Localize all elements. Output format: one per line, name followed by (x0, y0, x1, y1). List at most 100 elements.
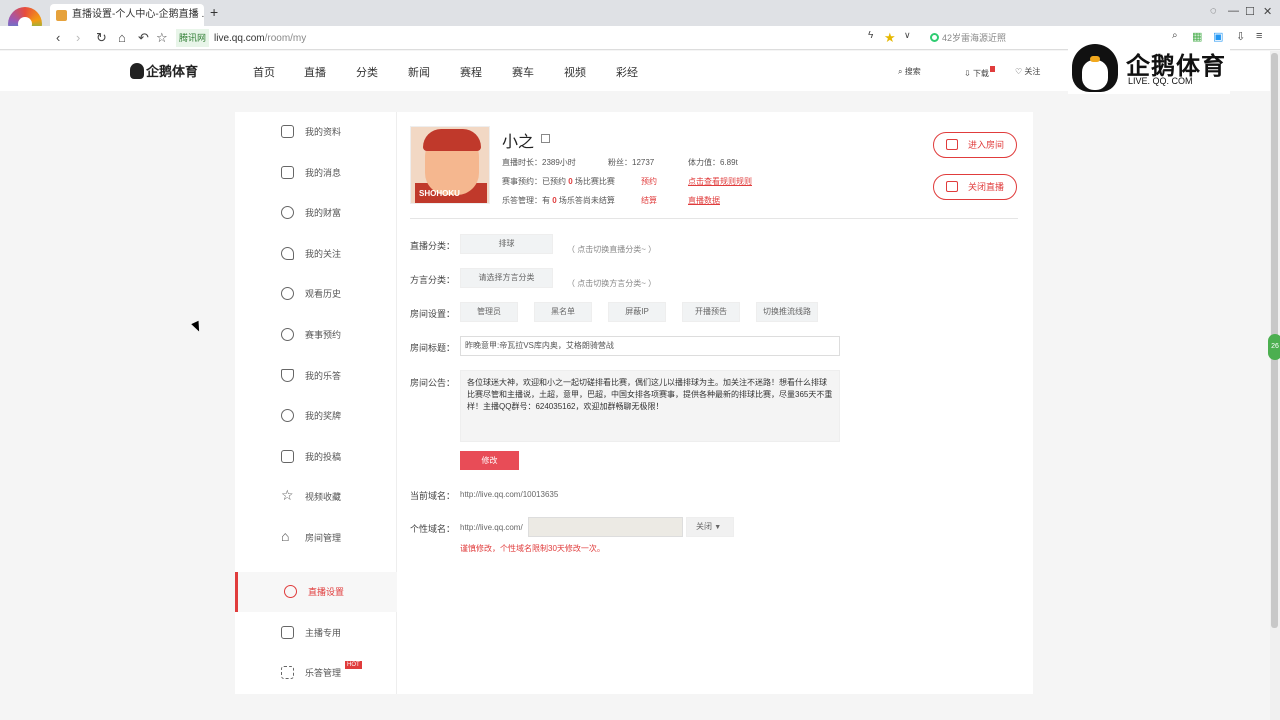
custom-domain-option: 关闭 (696, 522, 712, 531)
tab-favicon-icon (56, 10, 67, 21)
reserve-rule-link[interactable]: 点击查看规则规则 (688, 176, 752, 187)
category-hint: （ 点击切换直播分类~ ） (567, 245, 657, 254)
chevron-down-icon[interactable]: ∨ (904, 30, 911, 41)
hot-badge: HOT (345, 661, 362, 669)
notice-label: 房间公告： (410, 378, 456, 388)
reserve-link[interactable]: 预约 (641, 176, 657, 187)
live-preview-button[interactable]: 开播预告 (682, 302, 740, 322)
blacklist-button[interactable]: 黑名单 (534, 302, 592, 322)
skin-icon[interactable]: ◌ (1210, 5, 1217, 17)
search-icon[interactable]: ⌕ (1172, 30, 1178, 41)
site-follow-button[interactable]: ♡ 关注 (1015, 66, 1040, 77)
site-brand-text: 企鹅体育 (146, 64, 199, 79)
sidebar-item-following[interactable]: 我的关注 (235, 234, 397, 274)
bookmark-star-icon[interactable]: ☆ (156, 30, 168, 46)
sidebar-item-medals[interactable]: 我的奖牌 (235, 396, 397, 436)
sidebar-item-label: 赛事预约 (305, 330, 342, 340)
floating-widget[interactable]: 26 (1268, 334, 1280, 360)
sidebar-item-ledan[interactable]: 我的乐答 (235, 356, 397, 396)
sidebar-item-video-favorites[interactable]: ☆ 视频收藏 (235, 477, 397, 517)
new-tab-button[interactable]: + (210, 4, 218, 20)
avatar-hair (423, 129, 481, 151)
browser-tab[interactable]: 直播设置-个人中心-企鹅直播 ... × (50, 4, 204, 26)
dialect-hint: （ 点击切换方言分类~ ） (567, 279, 657, 288)
live-duration: 直播时长：2389小时 (502, 158, 576, 167)
mouse-cursor-icon (191, 320, 203, 334)
user-icon (281, 125, 294, 138)
site-logo[interactable]: 企鹅体育 (130, 61, 198, 80)
back-icon[interactable]: ‹ (56, 30, 60, 45)
room-title-input[interactable]: 昨晚意甲:帝瓦拉VS库内奥，艾格朗骑营战 (460, 336, 840, 356)
window-close-icon[interactable]: ✕ (1263, 5, 1272, 18)
maximize-icon[interactable]: ☐ (1245, 5, 1255, 18)
custom-domain-dropdown[interactable]: 关闭 ▼ (686, 517, 734, 537)
sidebar-item-history[interactable]: 观看历史 (235, 274, 397, 314)
minimize-icon[interactable]: — (1228, 5, 1239, 17)
sidebar-item-room-management[interactable]: ⌂ 房间管理 (235, 518, 397, 558)
notify-dot (989, 66, 995, 72)
sidebar: 我的资料 我的消息 我的财富 我的关注 观看历史 赛事预约 我的乐答 我的奖牌 … (235, 112, 397, 694)
dialect-select[interactable]: 请选择方言分类 (460, 268, 553, 288)
tab-close-icon[interactable]: × (192, 4, 198, 26)
sidebar-item-messages[interactable]: 我的消息 (235, 153, 397, 193)
secure-badge: 腾讯网 (176, 29, 210, 47)
menu-icon[interactable]: ≡ (1256, 30, 1262, 42)
penguin-logo-icon (1072, 44, 1118, 92)
sidebar-item-profile[interactable]: 我的资料 (235, 112, 397, 152)
sidebar-item-label: 我的关注 (305, 249, 342, 259)
modify-button[interactable]: 修改 (460, 451, 519, 470)
url-host: live.qq.com (214, 33, 265, 44)
refresh-icon[interactable]: ↻ (96, 30, 107, 46)
current-domain-value: http://live.qq.com/10013635 (460, 490, 559, 499)
nav-schedule[interactable]: 赛程 (460, 64, 482, 80)
sidebar-item-ledan-management[interactable]: 乐答管理 HOT (235, 653, 397, 693)
edit-icon[interactable] (541, 134, 550, 143)
sidebar-item-label: 我的资料 (305, 127, 342, 137)
nav-video[interactable]: 视频 (564, 64, 586, 80)
sidebar-item-wealth[interactable]: 我的财富 (235, 193, 397, 233)
category-select[interactable]: 排球 (460, 234, 553, 254)
home-icon: ⌂ (281, 528, 290, 544)
room-settings-label: 房间设置： (410, 309, 456, 319)
sidebar-item-label: 主播专用 (305, 628, 342, 638)
live-data-link[interactable]: 直播数据 (688, 195, 720, 206)
admin-button[interactable]: 管理员 (460, 302, 518, 322)
site-search-button[interactable]: ⌕ 搜索 (898, 66, 921, 77)
main-panel: SHOHOKU 小之 直播时长：2389小时 粉丝：12737 体力值：6.89… (397, 112, 1033, 694)
block-ip-button[interactable]: 屏蔽IP (608, 302, 666, 322)
favorite-star-icon[interactable]: ★ (884, 30, 896, 46)
url-field[interactable]: 腾讯网 live.qq.com/room/my (176, 29, 906, 47)
undo-icon[interactable]: ↶ (138, 30, 149, 46)
nav-racing[interactable]: 赛车 (512, 64, 534, 80)
custom-domain-input[interactable] (528, 517, 683, 537)
room-title-label: 房间标题： (410, 343, 456, 353)
video-icon (281, 450, 294, 463)
close-live-button[interactable]: 关闭直播 (933, 174, 1017, 200)
nav-live[interactable]: 直播 (304, 64, 326, 80)
ledan-count: 0 (552, 196, 557, 205)
home-icon[interactable]: ⌂ (118, 30, 126, 45)
nav-category[interactable]: 分类 (356, 64, 378, 80)
switch-stream-button[interactable]: 切换推流线路 (756, 302, 818, 322)
page-scrollbar[interactable] (1270, 51, 1280, 720)
lightning-icon[interactable]: ϟ (868, 30, 873, 41)
avatar[interactable]: SHOHOKU (410, 126, 490, 204)
divider (410, 218, 1018, 219)
stamina-value: 体力值：6.89t (688, 158, 738, 167)
forward-icon[interactable]: › (76, 30, 80, 45)
download-icon[interactable]: ⇩ (1236, 30, 1245, 43)
reservation-info: 赛事预约：已预约 0 场比赛比赛 (502, 176, 615, 187)
nav-home[interactable]: 首页 (253, 64, 275, 80)
sidebar-item-live-settings[interactable]: 直播设置 (235, 572, 397, 612)
yen-icon (281, 206, 294, 219)
nav-news[interactable]: 新闻 (408, 64, 430, 80)
enter-room-button[interactable]: 进入房间 (933, 132, 1017, 158)
sidebar-item-submissions[interactable]: 我的投稿 (235, 437, 397, 477)
settle-link[interactable]: 结算 (641, 195, 657, 206)
notice-textarea[interactable]: 各位球迷大神，欢迎和小之一起切磋排看比赛，偶们这儿以播排球为主。加关注不迷路！想… (460, 370, 840, 442)
sidebar-item-anchor-only[interactable]: 主播专用 (235, 613, 397, 653)
sidebar-item-reservations[interactable]: 赛事预约 (235, 315, 397, 355)
browser-tabbar: 直播设置-个人中心-企鹅直播 ... × + ◌ — ☐ ✕ (0, 0, 1280, 41)
nav-lottery[interactable]: 彩经 (616, 64, 638, 80)
site-download-button[interactable]: ⇩ 下载 (964, 66, 995, 79)
